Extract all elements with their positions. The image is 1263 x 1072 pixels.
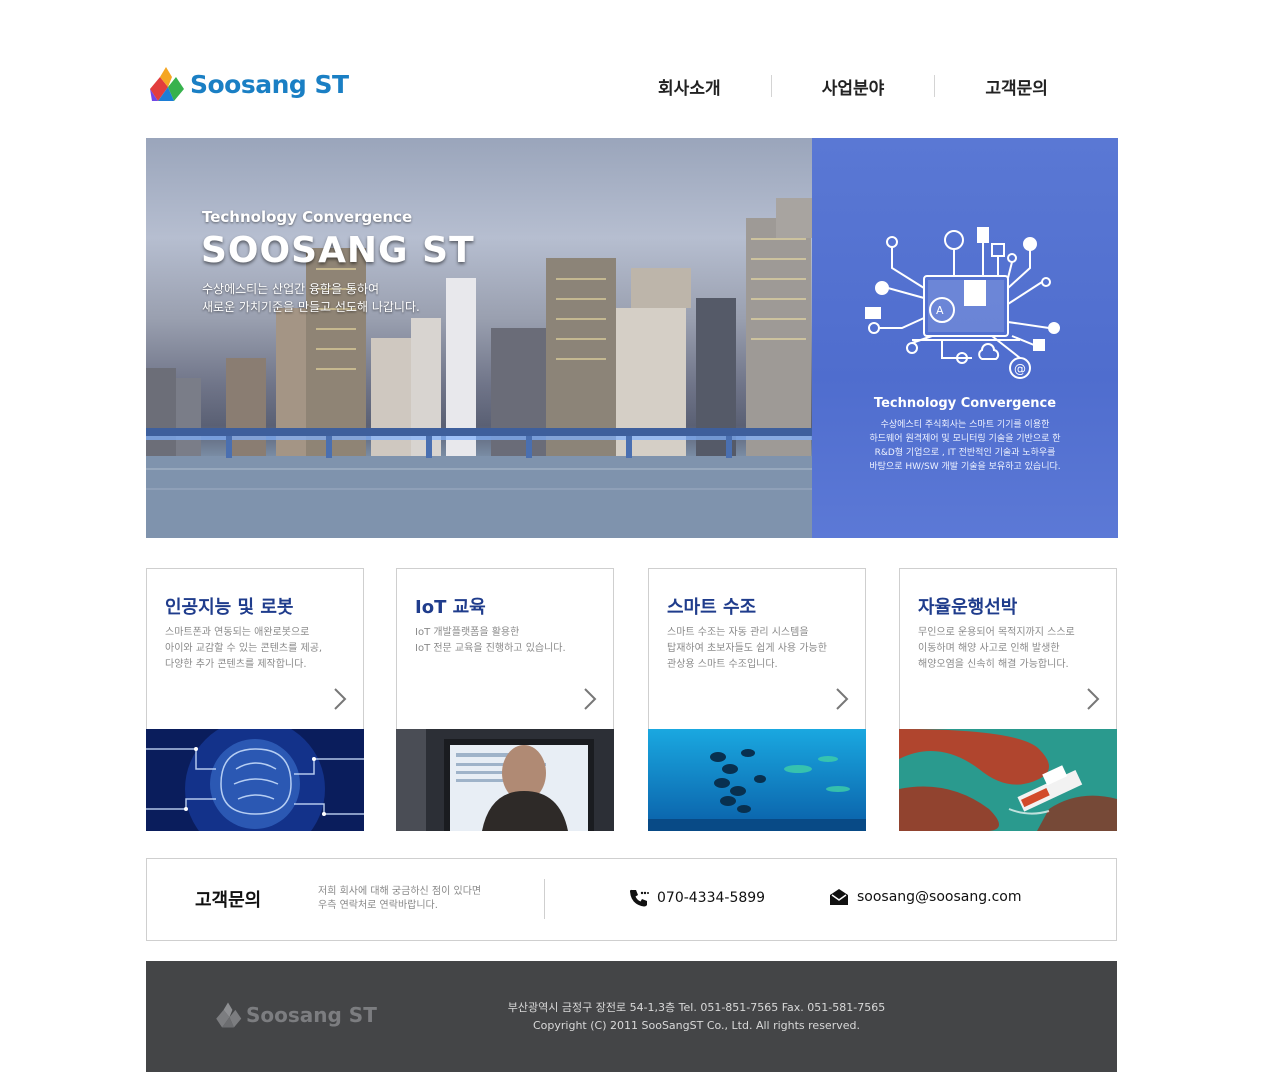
card-title: IoT 교육 bbox=[415, 597, 486, 618]
hero-description: 수상에스티는 산업간 융합을 통하여 새로운 가치기준을 만들고 선도해 나갑니… bbox=[202, 282, 420, 314]
hero-banner: Technology Convergence SOOSANG ST 수상에스티는… bbox=[146, 138, 1118, 538]
city-skyline-image bbox=[146, 198, 812, 538]
card-description: 스마트폰과 연동되는 애완로봇으로 아이와 교감할 수 있는 콘텐츠를 제공, … bbox=[165, 627, 323, 670]
brand-name: Soosang ST bbox=[190, 69, 349, 99]
contact-bar: 고객문의 저희 회사에 대해 궁금하신 점이 있다면 우측 연락처로 연락바랍니… bbox=[146, 858, 1117, 941]
chevron-right-icon[interactable] bbox=[333, 687, 347, 711]
footer: Soosang ST 부산광역시 금정구 장전로 54-1,3층 Tel. 05… bbox=[146, 961, 1117, 1072]
hero-city-photo: Technology Convergence SOOSANG ST 수상에스티는… bbox=[146, 138, 812, 538]
email-address: soosang@soosang.com bbox=[857, 889, 1022, 905]
nav-item-contact[interactable]: 고객문의 bbox=[935, 74, 1098, 99]
tech-network-icon: A @ bbox=[865, 227, 1060, 379]
card-ai-robot[interactable]: 인공지능 및 로봇 스마트폰과 연동되는 애완로봇으로 아이와 교감할 수 있는… bbox=[146, 568, 364, 831]
chevron-right-icon[interactable] bbox=[835, 687, 849, 711]
aquarium-image bbox=[648, 729, 866, 831]
card-title: 자율운행선박 bbox=[918, 597, 1018, 618]
phone-number: 070-4334-5899 bbox=[657, 890, 766, 906]
ship-oil-spill-image bbox=[899, 729, 1117, 831]
card-smart-aquarium[interactable]: 스마트 수조 스마트 수조는 자동 관리 시스템을 탑재하여 초보자들도 쉽게 … bbox=[648, 568, 866, 831]
card-iot-education[interactable]: IoT 교육 IoT 개발플랫폼을 활용한 IoT 전문 교육을 진행하고 있습… bbox=[396, 568, 614, 831]
panel-description: 수상에스티 주식회사는 스마트 기기를 이용한 하드웨어 원격제어 및 모니터링… bbox=[869, 420, 1061, 472]
panel-title: Technology Convergence bbox=[873, 396, 1057, 411]
brand-mark-icon bbox=[150, 67, 184, 101]
brand-logo[interactable]: Soosang ST bbox=[148, 64, 349, 104]
nav-item-business[interactable]: 사업분야 bbox=[772, 74, 935, 99]
svg-text:@: @ bbox=[1014, 362, 1026, 376]
contact-email[interactable]: soosang@soosang.com bbox=[829, 888, 1021, 906]
chevron-right-icon[interactable] bbox=[1086, 687, 1100, 711]
card-title: 인공지능 및 로봇 bbox=[165, 597, 294, 618]
card-description: 무인으로 운용되어 목적지까지 스스로 이동하며 해양 사고로 인해 발생한 해… bbox=[918, 627, 1075, 670]
card-description: IoT 개발플랫폼을 활용한 IoT 전문 교육을 진행하고 있습니다. bbox=[415, 627, 566, 654]
card-description: 스마트 수조는 자동 관리 시스템을 탑재하여 초보자들도 쉽게 사용 가능한 … bbox=[667, 627, 827, 670]
chevron-right-icon[interactable] bbox=[583, 687, 597, 711]
main-nav: 회사소개 사업분야 고객문의 bbox=[608, 70, 1098, 102]
contact-description: 저희 회사에 대해 궁금하신 점이 있다면 우측 연락처로 연락바랍니다. bbox=[318, 886, 482, 911]
hero-subtitle: Technology Convergence bbox=[202, 208, 413, 226]
footer-copyright: Copyright (C) 2011 SooSangST Co., Ltd. A… bbox=[533, 1019, 860, 1032]
contact-title: 고객문의 bbox=[195, 890, 262, 911]
svg-text:A: A bbox=[936, 304, 944, 317]
contact-divider bbox=[544, 879, 545, 919]
hero-info-panel: A @ Technology Convergence 수상에스티 주식회사는 스… bbox=[812, 138, 1118, 538]
iot-education-image bbox=[396, 729, 614, 831]
nav-item-company[interactable]: 회사소개 bbox=[608, 74, 771, 99]
envelope-icon bbox=[830, 889, 848, 905]
card-title: 스마트 수조 bbox=[667, 597, 757, 618]
ai-brain-image bbox=[146, 729, 364, 831]
card-autonomous-ship[interactable]: 자율운행선박 무인으로 운용되어 목적지까지 스스로 이동하며 해양 사고로 인… bbox=[899, 568, 1117, 831]
phone-icon bbox=[630, 889, 649, 907]
contact-phone[interactable]: 070-4334-5899 bbox=[629, 888, 765, 908]
hero-title: SOOSANG ST bbox=[201, 230, 475, 271]
footer-address: 부산광역시 금정구 장전로 54-1,3층 Tel. 051-851-7565 … bbox=[507, 1001, 886, 1014]
